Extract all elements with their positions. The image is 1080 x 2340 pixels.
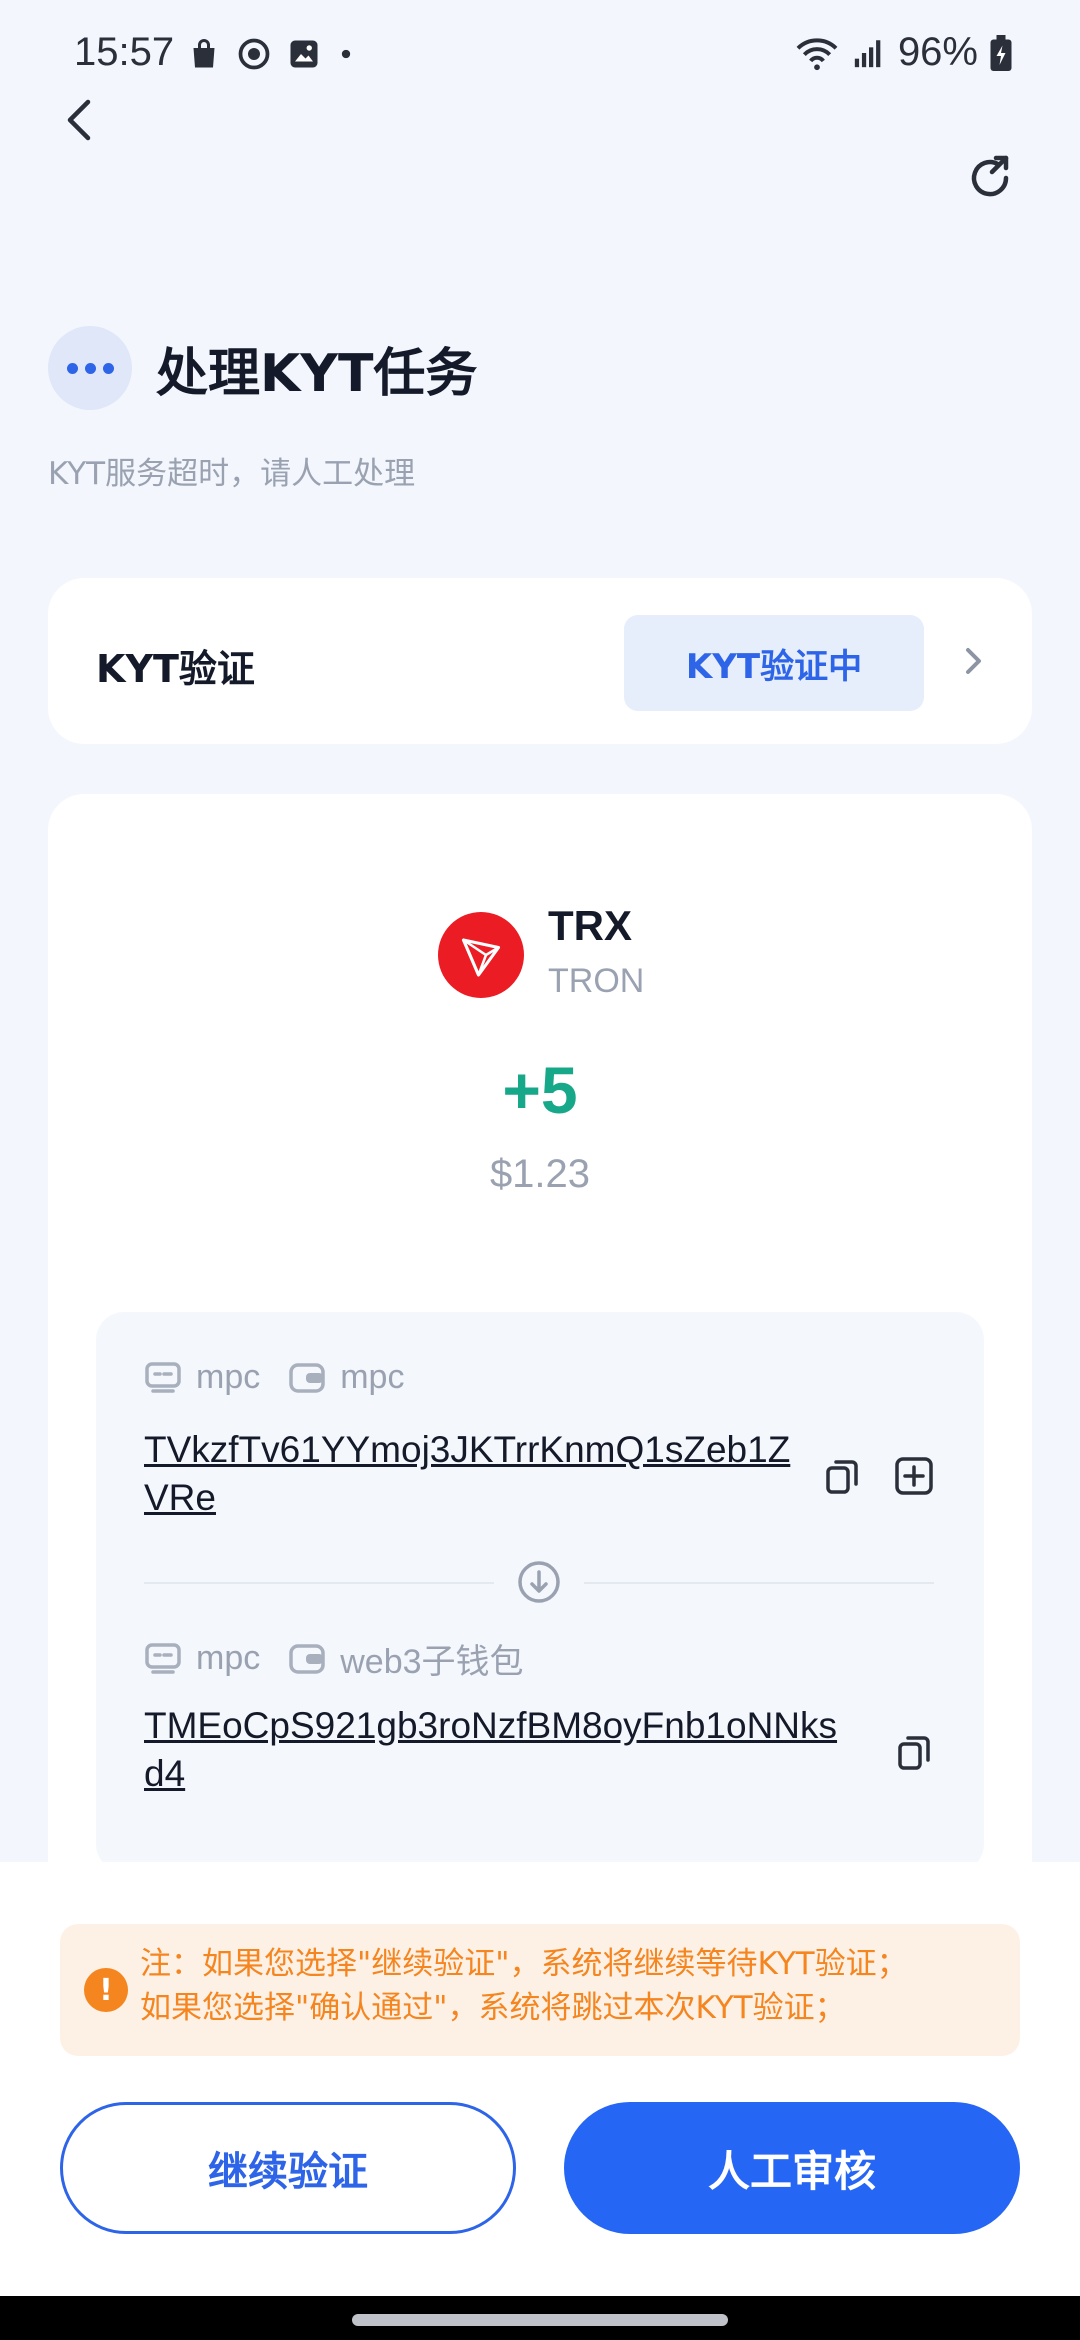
divider-line-left [144,1582,494,1584]
system-nav-bar [0,2296,1080,2340]
to-tag2: web3子钱包 [340,1643,524,1681]
sync-icon [238,38,270,70]
wifi-icon [796,37,838,70]
from-address[interactable]: TVkzfTv61YYmoj3JKTrrKnmQ1sZeb1ZVRe [144,1426,804,1522]
to-tag1: mpc [196,1639,261,1677]
battery-icon [990,34,1012,71]
copy-icon[interactable] [892,1730,936,1774]
token-chain: TRON [548,962,645,1000]
manual-review-button[interactable]: 人工审核 [564,2102,1020,2234]
to-tags: mpc web3子钱包 [144,1634,552,1683]
wallet-icon [289,1643,325,1674]
status-icons [186,36,356,72]
refresh-icon[interactable] [960,148,1020,208]
copy-icon[interactable] [820,1454,864,1498]
signal-icon [854,39,881,67]
from-tags: mpc mpc [144,1358,432,1397]
battery-percent: 96% [897,30,978,74]
to-address[interactable]: TMEoCpS921gb3roNzfBM8oyFnb1oNNksd4 [144,1702,844,1798]
vault-icon [145,1361,181,1393]
status-bar: 15:57 96% [0,0,1080,110]
from-tag-wallet: mpc [288,1358,404,1397]
notice-line-1: 注：如果您选择"继续验证"，系统将继续等待KYT验证； [140,1946,908,1982]
transaction-amount: +5 [502,1053,578,1127]
divider-line-right [584,1582,934,1584]
to-tag-wallet: web3子钱包 [288,1634,524,1683]
more-dots-icon [48,326,132,410]
kyt-verification-card[interactable]: KYT验证 KYT验证中 [48,578,1032,744]
kyt-label: KYT验证 [96,647,255,691]
title-row: 处理KYT任务 [48,326,477,410]
from-tag2: mpc [340,1358,405,1396]
kyt-status-badge: KYT验证中 [624,615,924,711]
notice-box: ! 注：如果您选择"继续验证"，系统将继续等待KYT验证； 如果您选择"确认通过… [60,1924,1020,2056]
dot-icon [341,49,351,59]
home-gesture-handle[interactable] [352,2314,728,2326]
warning-icon: ! [84,1968,128,2012]
tron-logo-icon [438,912,524,998]
continue-verification-button[interactable]: 继续验证 [60,2102,516,2234]
chevron-right-icon[interactable] [960,644,986,678]
from-tag1: mpc [196,1358,261,1396]
to-tag-vault: mpc [144,1639,260,1678]
back-arrow-icon[interactable] [56,92,106,148]
token-symbol: TRX [548,902,632,949]
notice-text: 注：如果您选择"继续验证"，系统将继续等待KYT验证； 如果您选择"确认通过"，… [140,1942,908,2030]
arrow-down-circle-icon [518,1561,560,1603]
vault-icon [145,1642,181,1674]
add-address-icon[interactable] [892,1454,936,1498]
shopping-bag-icon [193,39,215,68]
address-box: mpc mpc TVkzfTv61YYmoj3JKTrrKnmQ1sZeb1ZV… [96,1312,984,1872]
page-subtitle: KYT服务超时，请人工处理 [48,456,416,492]
image-icon [290,40,318,68]
page-title: 处理KYT任务 [156,343,478,404]
notice-line-2: 如果您选择"确认通过"，系统将跳过本次KYT验证； [140,1990,846,2026]
transaction-amount-usd: $1.23 [489,1152,591,1196]
wallet-icon [289,1362,325,1393]
status-right: 96% [794,30,1012,75]
status-time: 15:57 [74,30,175,74]
bottom-action-panel: ! 注：如果您选择"继续验证"，系统将继续等待KYT验证； 如果您选择"确认通过… [0,1862,1080,2296]
from-tag-vault: mpc [144,1358,260,1397]
